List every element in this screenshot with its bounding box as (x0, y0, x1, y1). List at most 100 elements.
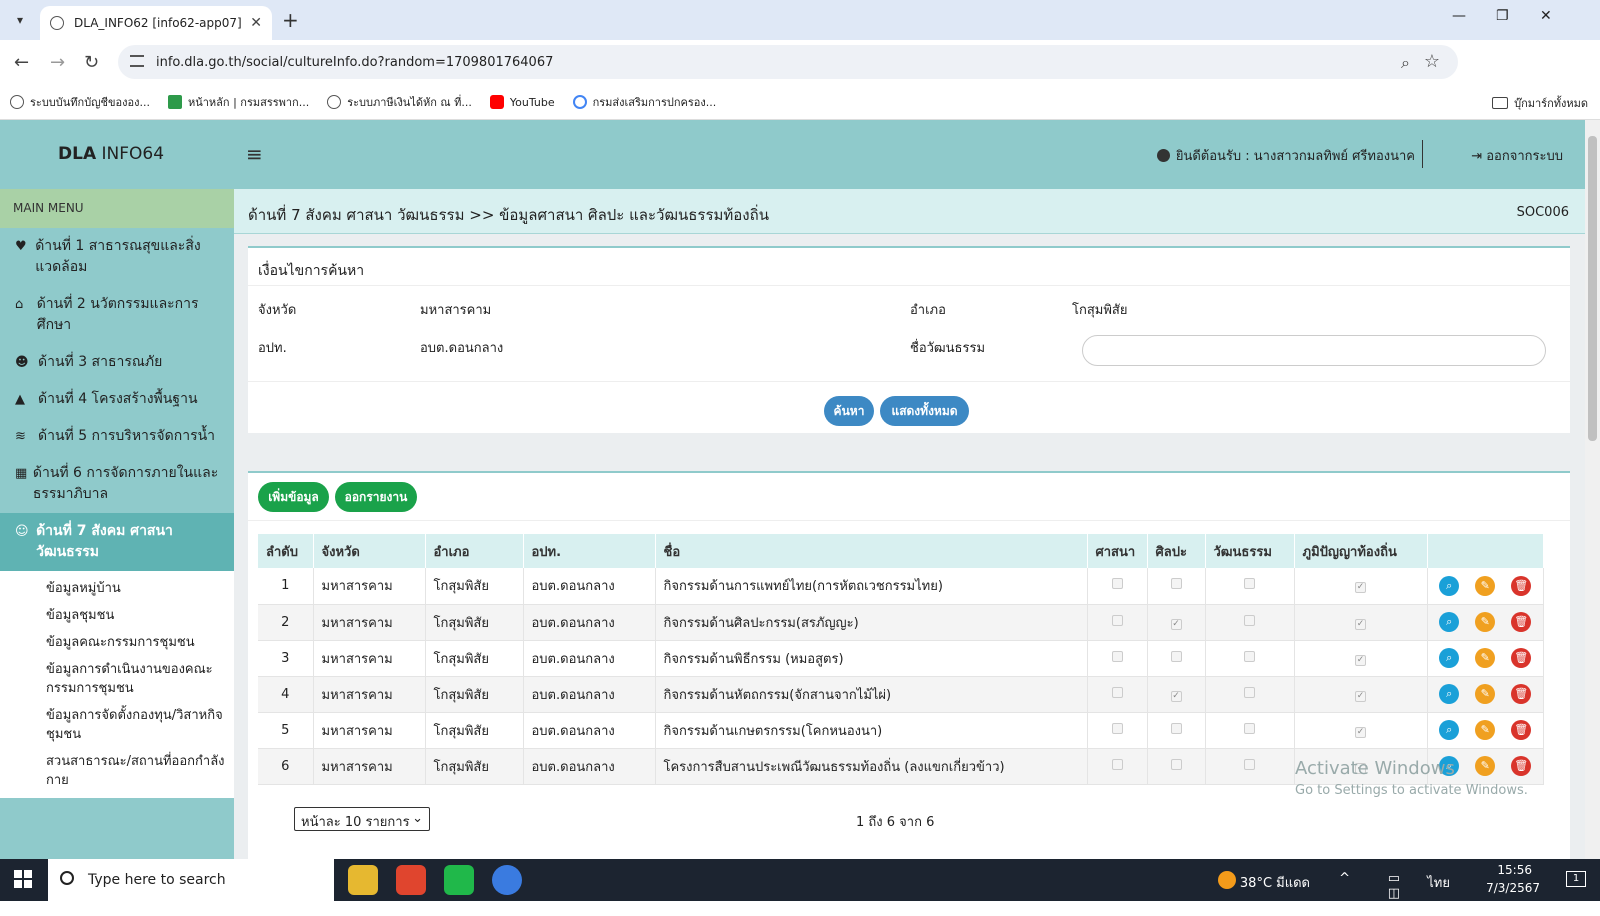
all-bookmarks[interactable]: บุ๊กมาร์กทั้งหมด (1492, 94, 1588, 112)
sidebar-item-4[interactable]: ▲ ด้านที่ 4 โครงสร้างพื้นฐาน (0, 381, 234, 418)
submenu-item[interactable]: สวนสาธารณะ/สถานที่ออกกำลังกาย (0, 748, 234, 794)
col-no[interactable]: ลำดับ (258, 534, 314, 568)
sidebar-item-3[interactable]: ☻ ด้านที่ 3 สาธารณภัย (0, 344, 234, 381)
delete-icon[interactable]: 🗑 (1511, 756, 1532, 776)
show-all-button[interactable]: แสดงทั้งหมด (880, 396, 969, 426)
notification-icon[interactable]: 1 (1566, 871, 1586, 887)
view-icon[interactable]: ⌕ (1439, 684, 1460, 704)
search-button[interactable]: ค้นหา (824, 396, 874, 426)
bookmark-item[interactable]: กรมส่งเสริมการปกครอง... (572, 93, 716, 111)
sidebar-item-1[interactable]: ♥ ด้านที่ 1 สาธารณสุขและสิ่งแวดล้อม (0, 228, 234, 286)
minimize-icon[interactable]: — (1452, 8, 1466, 24)
sidebar-item-7[interactable]: ☺ ด้านที่ 7 สังคม ศาสนา วัฒนธรรม (0, 513, 234, 571)
bookmark-item[interactable]: YouTube (489, 95, 555, 109)
edit-icon[interactable]: ✎ (1475, 756, 1496, 776)
wps-office-icon[interactable] (396, 865, 426, 895)
logout-link[interactable]: ⇥ ออกจากระบบ (1471, 145, 1563, 166)
col-art[interactable]: ศิลปะ (1147, 534, 1206, 568)
input-language[interactable]: ไทย (1427, 872, 1450, 893)
forward-icon[interactable]: → (50, 52, 65, 73)
culture-name-input[interactable] (1082, 335, 1546, 366)
checkbox-culture (1244, 614, 1255, 626)
weather-text[interactable]: 38°C มีแดด (1240, 872, 1310, 893)
edit-icon[interactable]: ✎ (1475, 720, 1496, 740)
sidebar-item-6[interactable]: ▦ ด้านที่ 6 การจัดการภายในและธรรมาภิบาล (0, 455, 234, 513)
add-data-button[interactable]: เพิ่มข้อมูล (258, 482, 329, 512)
file-explorer-icon[interactable] (348, 865, 378, 895)
browser-chrome: ▾ DLA_INFO62 [info62-app07] ✕ + — ❐ ✕ ← … (0, 0, 1600, 120)
scrollbar-thumb[interactable] (1588, 136, 1597, 441)
cell-lao: อบต.ดอนกลาง (523, 712, 656, 749)
new-tab-icon[interactable]: + (282, 8, 299, 32)
bookmark-item[interactable]: หน้าหลัก | กรมสรรพาก... (167, 93, 309, 111)
reload-icon[interactable]: ↻ (84, 52, 99, 73)
back-icon[interactable]: ← (14, 52, 29, 73)
cell-culture (1205, 748, 1295, 785)
col-province[interactable]: จังหวัด (313, 534, 426, 568)
clock-date[interactable]: 7/3/2567 (1486, 881, 1540, 895)
brand-logo[interactable]: DLA INFO64 (58, 144, 164, 164)
col-lao[interactable]: อปท. (523, 534, 656, 568)
submenu-item[interactable]: ข้อมูลคณะกรรมการชุมชน (0, 629, 234, 656)
network-volume-icons[interactable]: ▭ ◫ ♪ (1388, 871, 1400, 916)
delete-icon[interactable]: 🗑 (1511, 575, 1532, 596)
tab-search-icon[interactable]: ▾ (8, 8, 32, 32)
col-district[interactable]: อำเภอ (425, 534, 524, 568)
cell-name: กิจกรรมด้านหัตถกรรม(จักสานจากไม้ไผ่) (655, 676, 1088, 713)
bookmark-item[interactable]: ระบบภาษีเงินได้หัก ณ ที่... (327, 93, 472, 111)
submenu-item[interactable]: ข้อมูลหมู่บ้าน (0, 575, 234, 602)
col-culture[interactable]: วัฒนธรรม (1205, 534, 1295, 568)
close-tab-icon[interactable]: ✕ (250, 15, 262, 31)
delete-icon[interactable]: 🗑 (1511, 612, 1532, 632)
cell-district: โกสุมพิสัย (425, 640, 524, 677)
page-size-select[interactable]: หน้าละ 10 รายการ ⌄ (294, 807, 430, 831)
page-code: SOC006 (1516, 205, 1569, 220)
zoom-icon[interactable]: ⌕ (1401, 53, 1410, 73)
breadcrumb-text: ด้านที่ 7 สังคม ศาสนา วัฒนธรรม >> ข้อมูล… (248, 206, 769, 224)
sidebar-item-2[interactable]: ⌂ ด้านที่ 2 นวัตกรรมและการศึกษา (0, 286, 234, 344)
url-field[interactable]: info.dla.go.th/social/cultureInfo.do?ran… (118, 45, 1458, 79)
window-close-icon[interactable]: ✕ (1540, 8, 1552, 24)
delete-icon[interactable]: 🗑 (1511, 720, 1532, 740)
search-panel-title: เงื่อนไขการค้นหา (248, 248, 1570, 286)
hamburger-icon[interactable]: ≡ (246, 142, 263, 166)
cell-art (1147, 568, 1206, 605)
page-scrollbar[interactable] (1585, 120, 1600, 859)
view-icon[interactable]: ⌕ (1439, 720, 1460, 740)
district-value: โกสุมพิสัย (1072, 303, 1128, 318)
submenu-item[interactable]: ข้อมูลการดำเนินงานของคณะกรรมการชุมชน (0, 656, 234, 702)
submenu-item[interactable]: ข้อมูลชุมชน (0, 602, 234, 629)
export-report-button[interactable]: ออกรายงาน (335, 482, 417, 512)
bookmark-item[interactable]: ระบบบันทึกบัญชีขององ... (10, 93, 150, 111)
cell-no: 6 (258, 748, 314, 785)
edit-icon[interactable]: ✎ (1475, 612, 1496, 632)
site-info-icon[interactable] (130, 55, 144, 67)
edit-icon[interactable]: ✎ (1475, 575, 1496, 596)
submenu-item[interactable]: ข้อมูลการจัดตั้งกองทุน/วิสาหกิจชุมชน (0, 702, 234, 748)
line-icon[interactable] (444, 865, 474, 895)
cell-actions: ⌕ ✎ 🗑 (1427, 568, 1544, 605)
view-icon[interactable]: ⌕ (1439, 648, 1460, 668)
col-wisdom[interactable]: ภูมิปัญญาท้องถิ่น (1294, 534, 1428, 568)
search-icon (60, 871, 74, 885)
edit-icon[interactable]: ✎ (1475, 648, 1496, 668)
restore-icon[interactable]: ❐ (1496, 8, 1509, 24)
browser-tab[interactable]: DLA_INFO62 [info62-app07] ✕ (40, 6, 272, 40)
chrome-icon[interactable] (492, 865, 522, 895)
edit-icon[interactable]: ✎ (1475, 684, 1496, 704)
delete-icon[interactable]: 🗑 (1511, 684, 1532, 704)
view-icon[interactable]: ⌕ (1439, 612, 1460, 632)
tray-chevron-icon[interactable]: ^ (1339, 871, 1350, 886)
cell-actions: ⌕ ✎ 🗑 (1427, 676, 1544, 713)
delete-icon[interactable]: 🗑 (1511, 648, 1532, 668)
windows-start-icon[interactable] (14, 870, 32, 888)
view-icon[interactable]: ⌕ (1439, 575, 1460, 596)
col-name[interactable]: ชื่อ (655, 534, 1088, 568)
col-religion[interactable]: ศาสนา (1087, 534, 1148, 568)
cell-art (1147, 748, 1206, 785)
star-icon[interactable]: ☆ (1424, 51, 1440, 72)
taskbar-search[interactable]: Type here to search (48, 859, 334, 901)
clock-time[interactable]: 15:56 (1497, 863, 1532, 877)
sidebar-item-5[interactable]: ≋ ด้านที่ 5 การบริหารจัดการน้ำ (0, 418, 234, 455)
cell-art: ✓ (1147, 676, 1206, 713)
